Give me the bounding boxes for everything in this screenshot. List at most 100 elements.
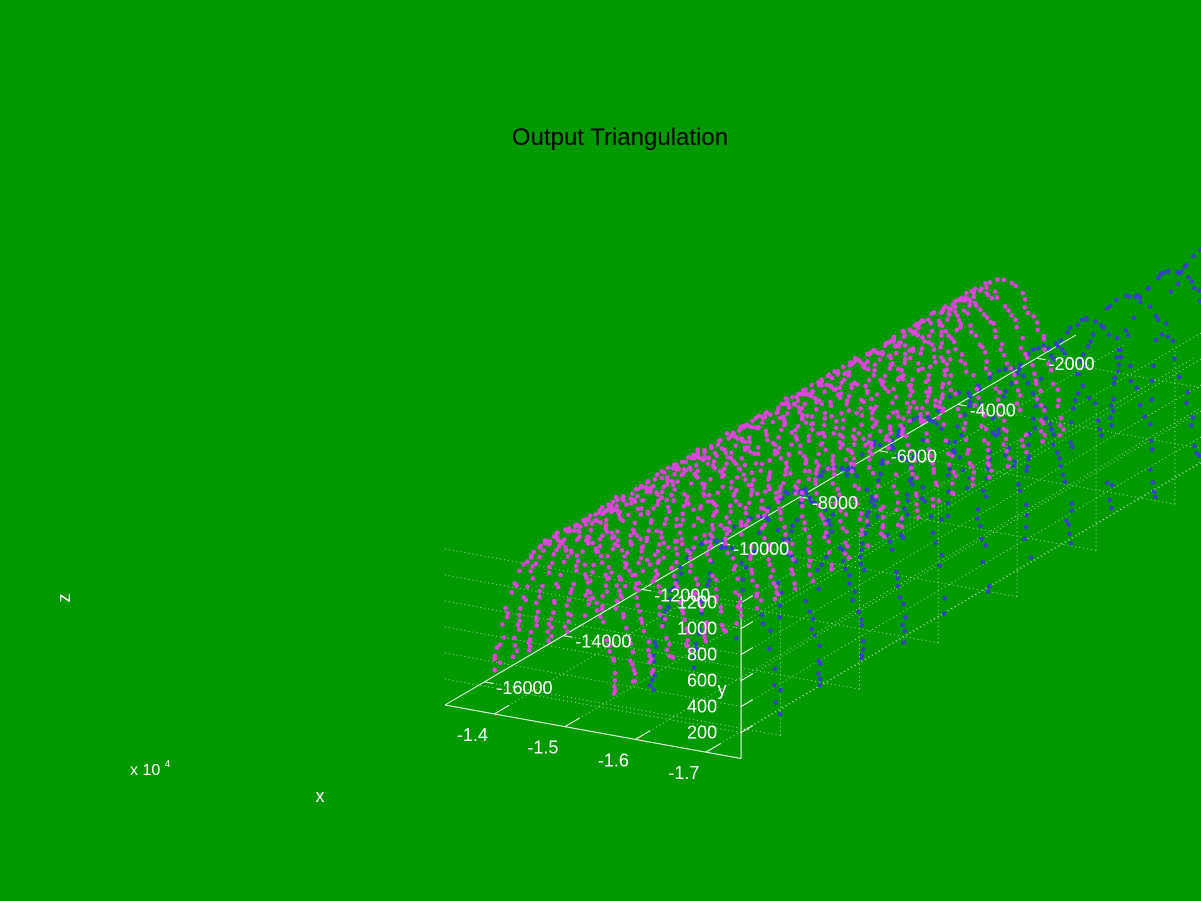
data-point [778, 687, 783, 693]
data-point [565, 611, 571, 616]
data-point [1170, 338, 1175, 344]
data-point [1034, 381, 1039, 387]
data-point [789, 394, 795, 400]
data-point [802, 401, 808, 407]
data-point [663, 516, 669, 522]
data-point [833, 418, 839, 424]
data-point [926, 333, 932, 339]
data-point [664, 497, 670, 503]
data-point [1090, 332, 1096, 337]
data-point [792, 581, 797, 586]
data-point [719, 622, 725, 628]
data-point [787, 471, 793, 476]
data-point [846, 555, 852, 560]
data-point [577, 524, 583, 529]
data-point [725, 550, 731, 556]
data-point [940, 392, 945, 397]
data-point [763, 428, 769, 434]
data-point [777, 488, 783, 494]
data-point [680, 517, 686, 523]
data-point [1062, 479, 1068, 484]
data-point [548, 616, 554, 622]
data-point [937, 399, 943, 405]
data-point [772, 448, 778, 454]
data-point [883, 437, 889, 443]
data-point [600, 593, 606, 599]
data-point [821, 534, 827, 540]
data-point [810, 616, 816, 621]
data-point [580, 549, 586, 554]
data-point [754, 605, 760, 611]
data-point [984, 285, 990, 290]
data-point [1002, 304, 1008, 309]
data-point [635, 506, 641, 512]
data-point [926, 372, 932, 378]
data-point [1109, 483, 1115, 488]
data-point [823, 447, 829, 453]
data-point [619, 548, 625, 553]
data-point [713, 586, 719, 592]
data-point [984, 315, 990, 321]
data-point [549, 633, 554, 639]
data-point [1057, 422, 1063, 428]
data-point [1004, 361, 1010, 366]
data-point [1138, 299, 1143, 305]
data-point [784, 411, 790, 416]
data-point [1150, 480, 1156, 485]
data-point [818, 661, 823, 666]
data-point [671, 573, 677, 579]
z-axis-label: z [54, 594, 74, 603]
data-point [902, 360, 908, 366]
data-point [1108, 415, 1113, 420]
data-point [501, 635, 507, 640]
data-point [1030, 391, 1036, 396]
data-point [1106, 332, 1112, 337]
data-point [925, 394, 931, 399]
data-point [668, 566, 674, 571]
data-point [611, 691, 617, 696]
data-point [1165, 334, 1170, 339]
data-point [551, 598, 557, 604]
data-point [918, 411, 923, 417]
data-point [840, 364, 846, 370]
data-point [835, 486, 840, 492]
data-point [813, 407, 819, 412]
data-point [858, 554, 863, 559]
data-point [575, 558, 581, 564]
data-point [869, 499, 874, 504]
data-point [983, 280, 988, 286]
data-point [638, 536, 643, 542]
data-point [767, 646, 772, 652]
data-point [1131, 315, 1137, 320]
data-point [551, 552, 557, 557]
data-point [733, 461, 739, 467]
data-point [618, 592, 623, 598]
data-point [749, 470, 755, 475]
data-point [949, 453, 955, 459]
data-point [500, 622, 505, 627]
data-point [993, 386, 999, 391]
data-point [802, 468, 808, 474]
data-point [907, 327, 913, 333]
data-point [1118, 347, 1123, 353]
data-point [754, 583, 760, 589]
data-point [603, 522, 609, 528]
data-point [785, 491, 790, 496]
data-point [742, 445, 748, 450]
data-point [1086, 396, 1092, 401]
data-point [804, 491, 809, 496]
data-point [1026, 442, 1031, 447]
data-point [962, 420, 968, 426]
data-point [968, 329, 974, 335]
data-point [822, 389, 827, 395]
data-point [803, 387, 808, 393]
data-point [907, 478, 913, 483]
data-point [829, 529, 834, 534]
data-point [951, 491, 956, 497]
data-point [831, 472, 837, 477]
data-point [740, 588, 745, 593]
data-point [511, 635, 517, 641]
data-point [924, 389, 929, 395]
data-point [881, 534, 887, 539]
data-point [983, 543, 988, 548]
